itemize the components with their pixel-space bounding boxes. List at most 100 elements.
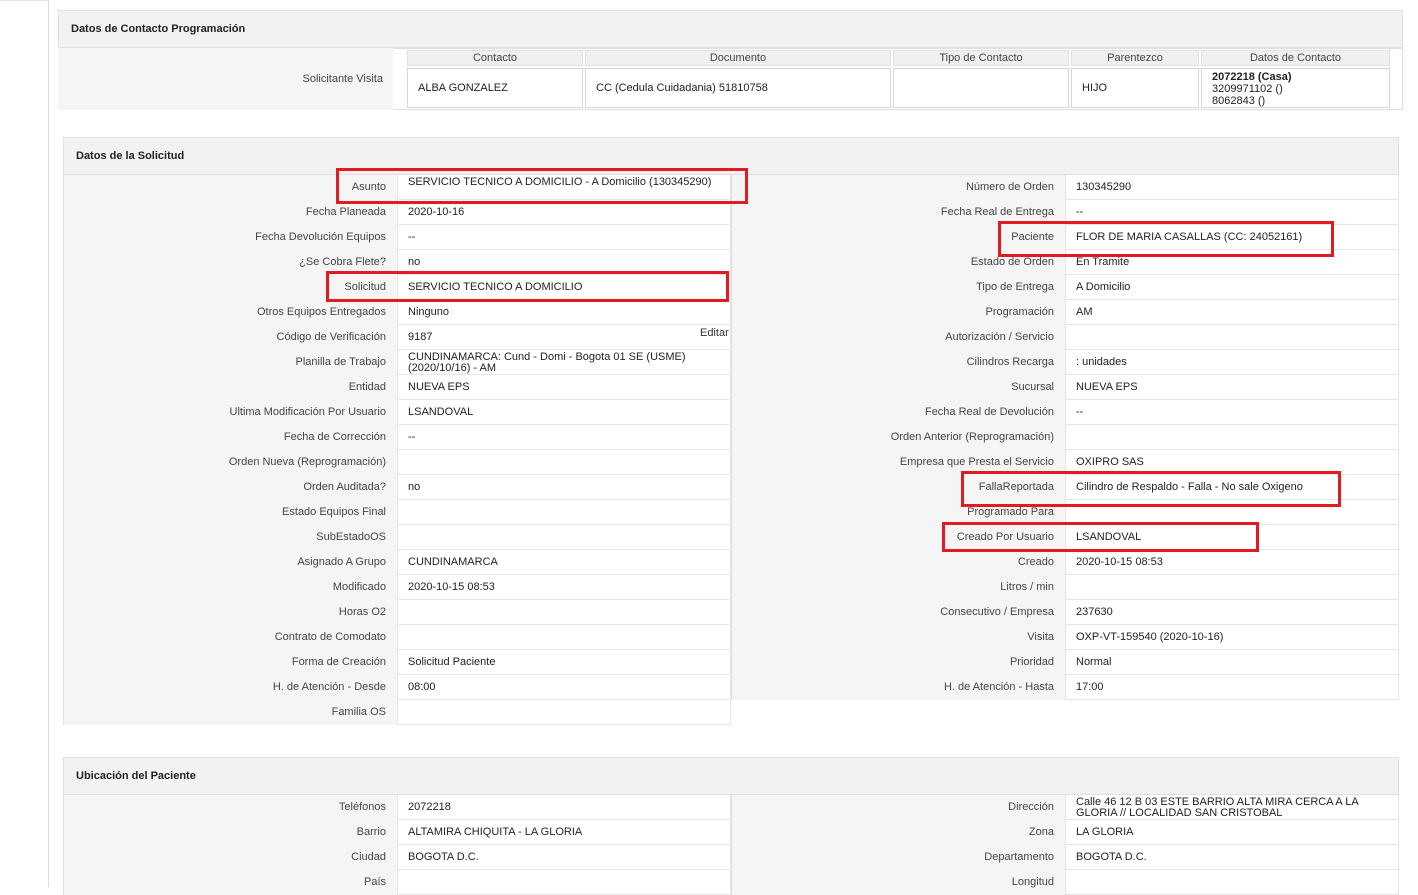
- request-right-field-label: Programado Para: [731, 500, 1065, 525]
- location-right-field-value: LA GLORIA: [1065, 820, 1399, 845]
- location-left-field-row: País: [63, 870, 731, 895]
- contact-header-contacto: Contacto: [407, 50, 583, 66]
- request-left-field-value: --: [397, 225, 731, 250]
- request-left-field-label: SubEstadoOS: [63, 525, 397, 550]
- request-left-field-value: CUNDINAMARCA: [397, 550, 731, 575]
- location-left-field-label: Ciudad: [63, 845, 397, 870]
- location-section-title: Ubicación del Paciente: [63, 757, 1399, 795]
- request-left-field-value: Ninguno: [397, 300, 731, 325]
- request-left-field-value: [397, 700, 731, 725]
- request-right-field-row: FallaReportada Cilindro de Respaldo - Fal…: [731, 475, 1399, 500]
- request-right-field-row: Tipo de Entrega A Domicilio: [731, 275, 1399, 300]
- contact-header-datos: Datos de Contacto: [1201, 50, 1390, 66]
- request-left-field-value: SERVICIO TECNICO A DOMICILIO: [397, 275, 731, 300]
- request-right-field-value: [1065, 425, 1399, 450]
- request-left-field-value: [397, 625, 731, 650]
- request-right-field-value: OXIPRO SAS: [1065, 450, 1399, 475]
- request-left-field-row: Estado Equipos Final: [63, 500, 731, 525]
- request-right-field-value: En Tramite: [1065, 250, 1399, 275]
- request-left-field-label: Fecha Devolución Equipos: [63, 225, 397, 250]
- contact-phone-other: 8062843 (): [1212, 95, 1266, 107]
- request-right-field-label: Programación: [731, 300, 1065, 325]
- request-right-field-value: OXP-VT-159540 (2020-10-16): [1065, 625, 1399, 650]
- request-left-field-label: Modificado: [63, 575, 397, 600]
- request-right-field-row: Cilindros Recarga: unidades: [731, 350, 1399, 375]
- request-left-field-label: Forma de Creación: [63, 650, 397, 675]
- request-left-field-value: no: [397, 475, 731, 500]
- location-right-field-value: BOGOTA D.C.: [1065, 845, 1399, 870]
- location-right-field-value: [1065, 870, 1399, 895]
- location-left-field-row: Ciudad BOGOTA D.C.: [63, 845, 731, 870]
- request-left-field-label: Asignado A Grupo: [63, 550, 397, 575]
- request-right-field-row: Empresa que Presta el Servicio OXIPRO SAS: [731, 450, 1399, 475]
- request-left-field-row: Fecha Planeada 2020-10-16: [63, 200, 731, 225]
- request-right-field-row: H. de Atención - Hasta 17:00: [731, 675, 1399, 700]
- request-right-field-row: Orden Anterior (Reprogramación): [731, 425, 1399, 450]
- request-right-field-row: Prioridad Normal: [731, 650, 1399, 675]
- request-left-field-label: Código de Verificación: [63, 325, 397, 350]
- request-right-field-label: Fecha Real de Devolución: [731, 400, 1065, 425]
- request-left-field-value: no: [397, 250, 731, 275]
- request-right-field-label: FallaReportada: [731, 475, 1065, 500]
- request-right-field-label: Visita: [731, 625, 1065, 650]
- location-left-field-row: Teléfonos 2072218: [63, 795, 731, 820]
- contact-row-label: Solicitante Visita: [58, 48, 393, 110]
- request-left-field-value: CUNDINAMARCA: Cund - Domi - Bogota 01 SE…: [397, 350, 731, 375]
- request-right-field-value: 130345290: [1065, 175, 1399, 200]
- request-right-field-row: Creado Por Usuario LSANDOVAL: [731, 525, 1399, 550]
- request-right-field-row: Número de Orden 130345290: [731, 175, 1399, 200]
- request-left-field-label: Planilla de Trabajo: [63, 350, 397, 375]
- request-left-field-label: Horas O2: [63, 600, 397, 625]
- request-right-field-value: LSANDOVAL: [1065, 525, 1399, 550]
- location-left-field-value: 2072218: [397, 795, 731, 820]
- request-left-field-value: [397, 525, 731, 550]
- request-right-field-row: Estado de Orden En Tramite: [731, 250, 1399, 275]
- contact-phone-mobile: 3209971102 (): [1212, 83, 1283, 95]
- location-right-field-row: Departamento BOGOTA D.C.: [731, 845, 1399, 870]
- request-right-field-value: Cilindro de Respaldo - Falla - No sale O…: [1065, 475, 1399, 500]
- request-left-field-row: Familia OS: [63, 700, 731, 725]
- location-left-field-value: [397, 870, 731, 895]
- request-right-field-label: Fecha Real de Entrega: [731, 200, 1065, 225]
- request-right-field-label: Consecutivo / Empresa: [731, 600, 1065, 625]
- request-right-field-label: Empresa que Presta el Servicio: [731, 450, 1065, 475]
- request-left-field-row: Forma de Creación Solicitud Paciente: [63, 650, 731, 675]
- request-right-field-label: H. de Atención - Hasta: [731, 675, 1065, 700]
- request-right-field-label: Tipo de Entrega: [731, 275, 1065, 300]
- request-right-field-value: 2020-10-15 08:53: [1065, 550, 1399, 575]
- contact-section-title: Datos de Contacto Programación: [58, 10, 1403, 48]
- contact-header-documento: Documento: [585, 50, 891, 66]
- request-left-field-row: Solicitud SERVICIO TECNICO A DOMICILIO: [63, 275, 731, 300]
- request-right-field-row: Fecha Real de Entrega --: [731, 200, 1399, 225]
- request-left-field-row: Ultima Modificación Por Usuario LSANDOVAL: [63, 400, 731, 425]
- request-left-field-label: Estado Equipos Final: [63, 500, 397, 525]
- contact-header-parentezco: Parentezco: [1071, 50, 1199, 66]
- request-left-field-row: H. de Atención - Desde 08:00: [63, 675, 731, 700]
- request-left-field-value: 08:00: [397, 675, 731, 700]
- request-right-field-label: Cilindros Recarga: [731, 350, 1065, 375]
- request-left-field-row: Horas O2: [63, 600, 731, 625]
- request-left-field-value: --: [397, 425, 731, 450]
- request-left-field-label: Asunto: [63, 175, 397, 200]
- request-right-field-value: --: [1065, 200, 1399, 225]
- request-left-field-label: Ultima Modificación Por Usuario: [63, 400, 397, 425]
- request-left-field-label: Orden Nueva (Reprogramación): [63, 450, 397, 475]
- request-left-field-label: Familia OS: [63, 700, 397, 725]
- edit-link[interactable]: Editar: [700, 326, 729, 340]
- request-right-field-value: FLOR DE MARIA CASALLAS (CC: 24052161): [1065, 225, 1399, 250]
- request-right-field-row: Autorización / Servicio: [731, 325, 1399, 350]
- request-left-field-row: Orden Nueva (Reprogramación): [63, 450, 731, 475]
- contact-name-cell: ALBA GONZALEZ: [407, 68, 583, 108]
- request-right-field-row: Programación AM: [731, 300, 1399, 325]
- location-left-field-value: ALTAMIRA CHIQUITA - LA GLORIA: [397, 820, 731, 845]
- request-right-field-label: Autorización / Servicio: [731, 325, 1065, 350]
- request-right-field-label: Creado: [731, 550, 1065, 575]
- contact-relationship-cell: HIJO: [1071, 68, 1199, 108]
- request-right-field-label: Creado Por Usuario: [731, 525, 1065, 550]
- request-left-field-label: Otros Equipos Entregados: [63, 300, 397, 325]
- location-right-field-row: Longitud: [731, 870, 1399, 895]
- request-right-field-row: Litros / min: [731, 575, 1399, 600]
- request-right-field-row: Creado 2020-10-15 08:53: [731, 550, 1399, 575]
- request-left-field-value: SERVICIO TECNICO A DOMICILIO - A Domicil…: [397, 175, 731, 200]
- request-left-field-value: 2020-10-16: [397, 200, 731, 225]
